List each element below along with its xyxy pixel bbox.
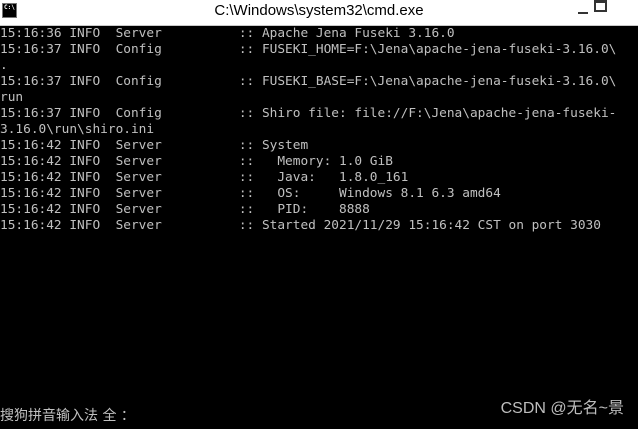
console-line: run	[0, 90, 24, 105]
console-line: 15:16:36 INFO Server :: Apache Jena Fuse…	[0, 26, 455, 41]
console-line: 15:16:42 INFO Server :: Started 2021/11/…	[0, 218, 601, 233]
window-title: C:\Windows\system32\cmd.exe	[214, 2, 424, 19]
console-output[interactable]: 15:16:36 INFO Server :: Apache Jena Fuse…	[0, 26, 638, 402]
console-line: 15:16:37 INFO Config :: Shiro file: file…	[0, 106, 617, 121]
title-bar[interactable]: C:\ C:\Windows\system32\cmd.exe	[0, 0, 638, 26]
console-line: .	[0, 58, 8, 73]
console-line: 15:16:42 INFO Server :: Memory: 1.0 GiB	[0, 154, 393, 169]
watermark: CSDN @无名~景	[500, 400, 624, 417]
maximize-icon[interactable]	[594, 0, 638, 24]
console-line: 15:16:42 INFO Server :: OS: Windows 8.1 …	[0, 186, 501, 201]
console-line: 15:16:42 INFO Server :: System	[0, 138, 309, 153]
console-line: 15:16:37 INFO Config :: FUSEKI_BASE=F:\J…	[0, 74, 617, 89]
console-line: 3.16.0\run\shiro.ini	[0, 122, 155, 137]
console-line: 15:16:42 INFO Server :: Java: 1.8.0_161	[0, 170, 409, 185]
ime-status-bar[interactable]: 搜狗拼音输入法 全 ：	[0, 404, 135, 428]
console-line: 15:16:42 INFO Server :: PID: 8888	[0, 202, 370, 217]
console-line: 15:16:37 INFO Config :: FUSEKI_HOME=F:\J…	[0, 42, 617, 57]
